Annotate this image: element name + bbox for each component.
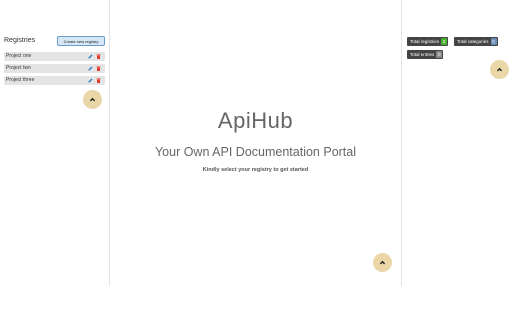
scroll-top-button[interactable]: [490, 60, 509, 79]
delete-icon[interactable]: [95, 53, 102, 60]
registries-title: Registries: [4, 37, 36, 44]
delete-icon[interactable]: [95, 77, 102, 84]
welcome-area: ApiHub Your Own API Documentation Portal…: [110, 0, 401, 286]
total-categories-count: 0: [490, 38, 497, 45]
total-entries-badge: Total entries 0: [407, 50, 444, 59]
total-categories-label: Total categories: [457, 39, 489, 44]
chevron-up-icon: [379, 260, 386, 265]
edit-icon[interactable]: [87, 53, 94, 60]
stats-panel: Total registries 3 Total categories 0 To…: [401, 0, 512, 286]
scroll-top-button[interactable]: [83, 90, 102, 109]
edit-icon[interactable]: [87, 77, 94, 84]
total-entries-label: Total entries: [410, 52, 435, 57]
registry-item[interactable]: Project one: [4, 52, 105, 61]
total-entries-count: 0: [436, 51, 443, 58]
create-registry-button[interactable]: Create new registry: [57, 36, 105, 46]
registry-item[interactable]: Project three: [4, 76, 105, 85]
total-registries-label: Total registries: [410, 39, 440, 44]
delete-icon[interactable]: [95, 65, 102, 72]
total-categories-badge: Total categories 0: [454, 37, 498, 46]
total-registries-badge: Total registries 3: [407, 37, 449, 46]
chevron-up-icon: [89, 97, 96, 102]
chevron-up-icon: [496, 67, 503, 72]
edit-icon[interactable]: [87, 65, 94, 72]
app-title: ApiHub: [217, 108, 294, 133]
registry-item[interactable]: Project two: [4, 64, 105, 73]
scroll-top-button[interactable]: [373, 253, 392, 272]
registry-item-label: Project three: [6, 77, 35, 83]
get-started-hint: Kindly select your registry to get start…: [202, 167, 309, 173]
registry-item-label: Project two: [6, 65, 31, 71]
registries-panel: Registries Create new registry Project o…: [0, 0, 110, 286]
total-registries-count: 3: [441, 38, 448, 45]
registry-list: Project one Project two Project three: [4, 52, 105, 88]
registry-item-label: Project one: [6, 53, 32, 59]
app-subtitle: Your Own API Documentation Portal: [154, 145, 357, 159]
